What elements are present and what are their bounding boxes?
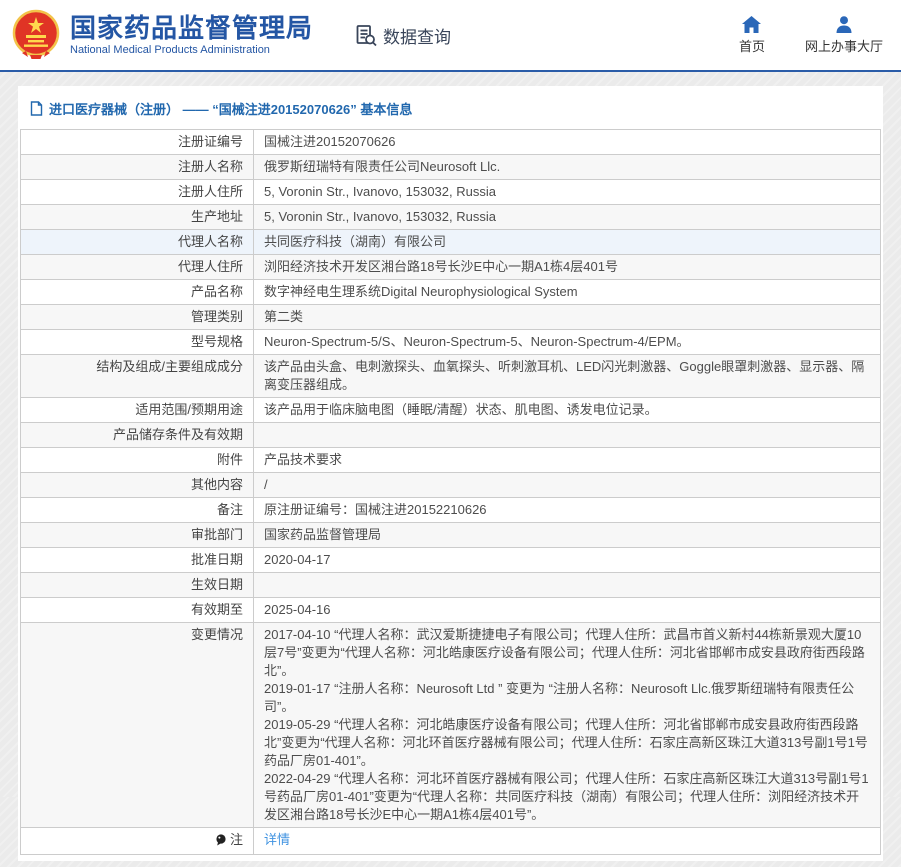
content-area: 进口医疗器械（注册） —— “国械注进20152070626” 基本信息 注册证… xyxy=(0,72,901,867)
user-icon xyxy=(835,16,853,33)
table-row: 产品储存条件及有效期 xyxy=(21,423,881,448)
change-entry: 2022-04-29 “代理人名称：河北环首医疗器械有限公司；代理人住所：石家庄… xyxy=(264,770,870,824)
row-value: 数字神经电生理系统Digital Neurophysiological Syst… xyxy=(254,280,881,305)
row-label: 代理人住所 xyxy=(21,255,254,280)
row-value: 该产品用于临床脑电图（睡眠/清醒）状态、肌电图、诱发电位记录。 xyxy=(254,398,881,423)
row-label: 有效期至 xyxy=(21,598,254,623)
document-search-icon xyxy=(355,24,378,47)
brand-text: 国家药品监督管理局 National Medical Products Admi… xyxy=(70,14,313,56)
registration-detail-table: 注册证编号 国械注进20152070626 注册人名称 俄罗斯纽瑞特有限责任公司… xyxy=(20,129,881,855)
row-label: 结构及组成/主要组成成分 xyxy=(21,355,254,398)
row-value: 第二类 xyxy=(254,305,881,330)
site-header: 国家药品监督管理局 National Medical Products Admi… xyxy=(0,0,901,72)
table-row: 管理类别 第二类 xyxy=(21,305,881,330)
change-entry: 2019-05-29 “代理人名称：河北皓康医疗设备有限公司；代理人住所：河北省… xyxy=(264,716,870,770)
row-label: 产品储存条件及有效期 xyxy=(21,423,254,448)
row-value: 国械注进20152070626 xyxy=(254,130,881,155)
table-row: 批准日期 2020-04-17 xyxy=(21,548,881,573)
breadcrumb-text: 进口医疗器械（注册） —— “国械注进20152070626” 基本信息 xyxy=(49,99,412,118)
row-value: 5, Voronin Str., Ivanovo, 153032, Russia xyxy=(254,205,881,230)
row-label: 生产地址 xyxy=(21,205,254,230)
national-emblem-icon xyxy=(12,9,60,61)
row-label: 产品名称 xyxy=(21,280,254,305)
row-value: 5, Voronin Str., Ivanovo, 153032, Russia xyxy=(254,180,881,205)
row-value: 俄罗斯纽瑞特有限责任公司Neurosoft Llc. xyxy=(254,155,881,180)
row-value: Neuron-Spectrum-5/S、Neuron-Spectrum-5、Ne… xyxy=(254,330,881,355)
breadcrumb: 进口医疗器械（注册） —— “国械注进20152070626” 基本信息 xyxy=(20,96,881,129)
table-row-note: 注 详情 xyxy=(21,828,881,855)
brand-logo: 国家药品监督管理局 National Medical Products Admi… xyxy=(12,9,313,61)
row-value: / xyxy=(254,473,881,498)
table-row: 有效期至 2025-04-16 xyxy=(21,598,881,623)
top-nav: 首页 网上办事大厅 xyxy=(739,16,883,55)
nav-service-hall-label: 网上办事大厅 xyxy=(805,36,883,55)
table-row: 注册证编号 国械注进20152070626 xyxy=(21,130,881,155)
table-row: 代理人名称 共同医疗科技（湖南）有限公司 xyxy=(21,230,881,255)
table-row: 附件 产品技术要求 xyxy=(21,448,881,473)
comment-balloon-icon xyxy=(215,834,227,846)
row-label: 批准日期 xyxy=(21,548,254,573)
details-link[interactable]: 详情 xyxy=(264,832,290,847)
row-label: 备注 xyxy=(21,498,254,523)
row-value: 2020-04-17 xyxy=(254,548,881,573)
row-value: 2025-04-16 xyxy=(254,598,881,623)
page-icon xyxy=(30,101,43,116)
table-row: 产品名称 数字神经电生理系统Digital Neurophysiological… xyxy=(21,280,881,305)
change-entry: 2019-01-17 “注册人名称：Neurosoft Ltd ” 变更为 “注… xyxy=(264,680,870,716)
row-value xyxy=(254,423,881,448)
row-label: 适用范围/预期用途 xyxy=(21,398,254,423)
table-row: 其他内容 / xyxy=(21,473,881,498)
row-label: 审批部门 xyxy=(21,523,254,548)
row-value: 该产品由头盒、电刺激探头、血氧探头、听刺激耳机、LED闪光刺激器、Goggle眼… xyxy=(254,355,881,398)
table-row: 生效日期 xyxy=(21,573,881,598)
row-value: 产品技术要求 xyxy=(254,448,881,473)
row-label: 注册人住所 xyxy=(21,180,254,205)
table-row: 结构及组成/主要组成成分 该产品由头盒、电刺激探头、血氧探头、听刺激耳机、LED… xyxy=(21,355,881,398)
row-label: 附件 xyxy=(21,448,254,473)
row-value xyxy=(254,573,881,598)
table-row: 注册人住所 5, Voronin Str., Ivanovo, 153032, … xyxy=(21,180,881,205)
row-label-note: 注 xyxy=(21,828,254,855)
table-row: 备注 原注册证编号：国械注进20152210626 xyxy=(21,498,881,523)
row-label: 型号规格 xyxy=(21,330,254,355)
row-label: 注册证编号 xyxy=(21,130,254,155)
row-value: 浏阳经济技术开发区湘台路18号长沙E中心一期A1栋4层401号 xyxy=(254,255,881,280)
nav-service-hall[interactable]: 网上办事大厅 xyxy=(805,16,883,55)
table-row: 代理人住所 浏阳经济技术开发区湘台路18号长沙E中心一期A1栋4层401号 xyxy=(21,255,881,280)
row-value-note: 详情 xyxy=(254,828,881,855)
row-value: 原注册证编号：国械注进20152210626 xyxy=(254,498,881,523)
row-label: 管理类别 xyxy=(21,305,254,330)
data-query-label: 数据查询 xyxy=(383,23,451,48)
table-row: 审批部门 国家药品监督管理局 xyxy=(21,523,881,548)
row-label: 代理人名称 xyxy=(21,230,254,255)
detail-panel: 进口医疗器械（注册） —— “国械注进20152070626” 基本信息 注册证… xyxy=(18,86,883,861)
table-row: 适用范围/预期用途 该产品用于临床脑电图（睡眠/清醒）状态、肌电图、诱发电位记录… xyxy=(21,398,881,423)
row-value: 共同医疗科技（湖南）有限公司 xyxy=(254,230,881,255)
table-row: 注册人名称 俄罗斯纽瑞特有限责任公司Neurosoft Llc. xyxy=(21,155,881,180)
row-label: 生效日期 xyxy=(21,573,254,598)
home-icon xyxy=(742,16,761,33)
change-entry: 2017-04-10 “代理人名称：武汉爱斯捷捷电子有限公司；代理人住所：武昌市… xyxy=(264,626,870,680)
nav-home[interactable]: 首页 xyxy=(739,16,765,55)
table-row: 生产地址 5, Voronin Str., Ivanovo, 153032, R… xyxy=(21,205,881,230)
data-query-tab[interactable]: 数据查询 xyxy=(355,23,451,48)
table-row: 型号规格 Neuron-Spectrum-5/S、Neuron-Spectrum… xyxy=(21,330,881,355)
row-label: 注册人名称 xyxy=(21,155,254,180)
site-title: 国家药品监督管理局 xyxy=(70,14,313,42)
row-value: 国家药品监督管理局 xyxy=(254,523,881,548)
row-label: 其他内容 xyxy=(21,473,254,498)
nav-home-label: 首页 xyxy=(739,36,765,55)
site-subtitle: National Medical Products Administration xyxy=(70,44,313,56)
